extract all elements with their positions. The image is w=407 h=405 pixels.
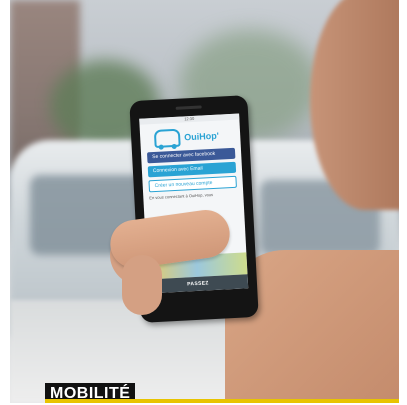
create-account-button[interactable]: Créer un nouveau compte (148, 175, 237, 193)
legal-text: En vous connectant à OuiHop, vous (149, 191, 214, 201)
email-login-button[interactable]: Connexion avec Email (147, 161, 237, 178)
photo: 12:30 OuiHop' Se connecter avec facebook… (10, 0, 399, 403)
facebook-login-button[interactable]: Se connecter avec facebook (146, 147, 236, 164)
brand-name: OuiHop' (183, 130, 220, 143)
status-time: 12:30 (184, 115, 195, 122)
car-icon (153, 128, 181, 148)
app-logo: OuiHop' (153, 125, 241, 148)
speaker (175, 105, 202, 110)
accent-bar (45, 399, 399, 403)
fingers (122, 255, 162, 315)
status-bar: 12:30 (139, 113, 240, 125)
